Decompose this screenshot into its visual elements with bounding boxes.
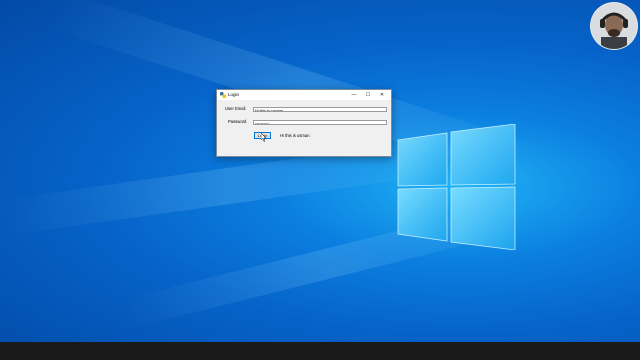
desktop-background: Login — ☐ ✕ User Email Hi this is usman … xyxy=(0,0,640,360)
close-button[interactable]: ✕ xyxy=(375,90,389,100)
maximize-button[interactable]: ☐ xyxy=(361,90,375,100)
password-label: Password xyxy=(228,119,247,124)
email-field[interactable]: Hi this is usman xyxy=(253,107,387,112)
python-app-icon xyxy=(220,92,226,98)
result-label: Hi this is usman xyxy=(280,133,310,138)
mouse-pointer-icon xyxy=(261,133,267,142)
email-label: User Email xyxy=(225,106,246,111)
password-field[interactable]: •••••••••• xyxy=(253,120,387,125)
title-bar[interactable]: Login — ☐ ✕ xyxy=(217,90,391,100)
login-window: Login — ☐ ✕ User Email Hi this is usman … xyxy=(216,89,392,157)
webcam-overlay xyxy=(590,2,638,50)
taskbar xyxy=(0,342,640,360)
window-title: Login xyxy=(228,92,240,97)
person-icon xyxy=(591,3,637,49)
windows-logo-icon xyxy=(397,124,516,250)
minimize-button[interactable]: — xyxy=(347,90,361,100)
